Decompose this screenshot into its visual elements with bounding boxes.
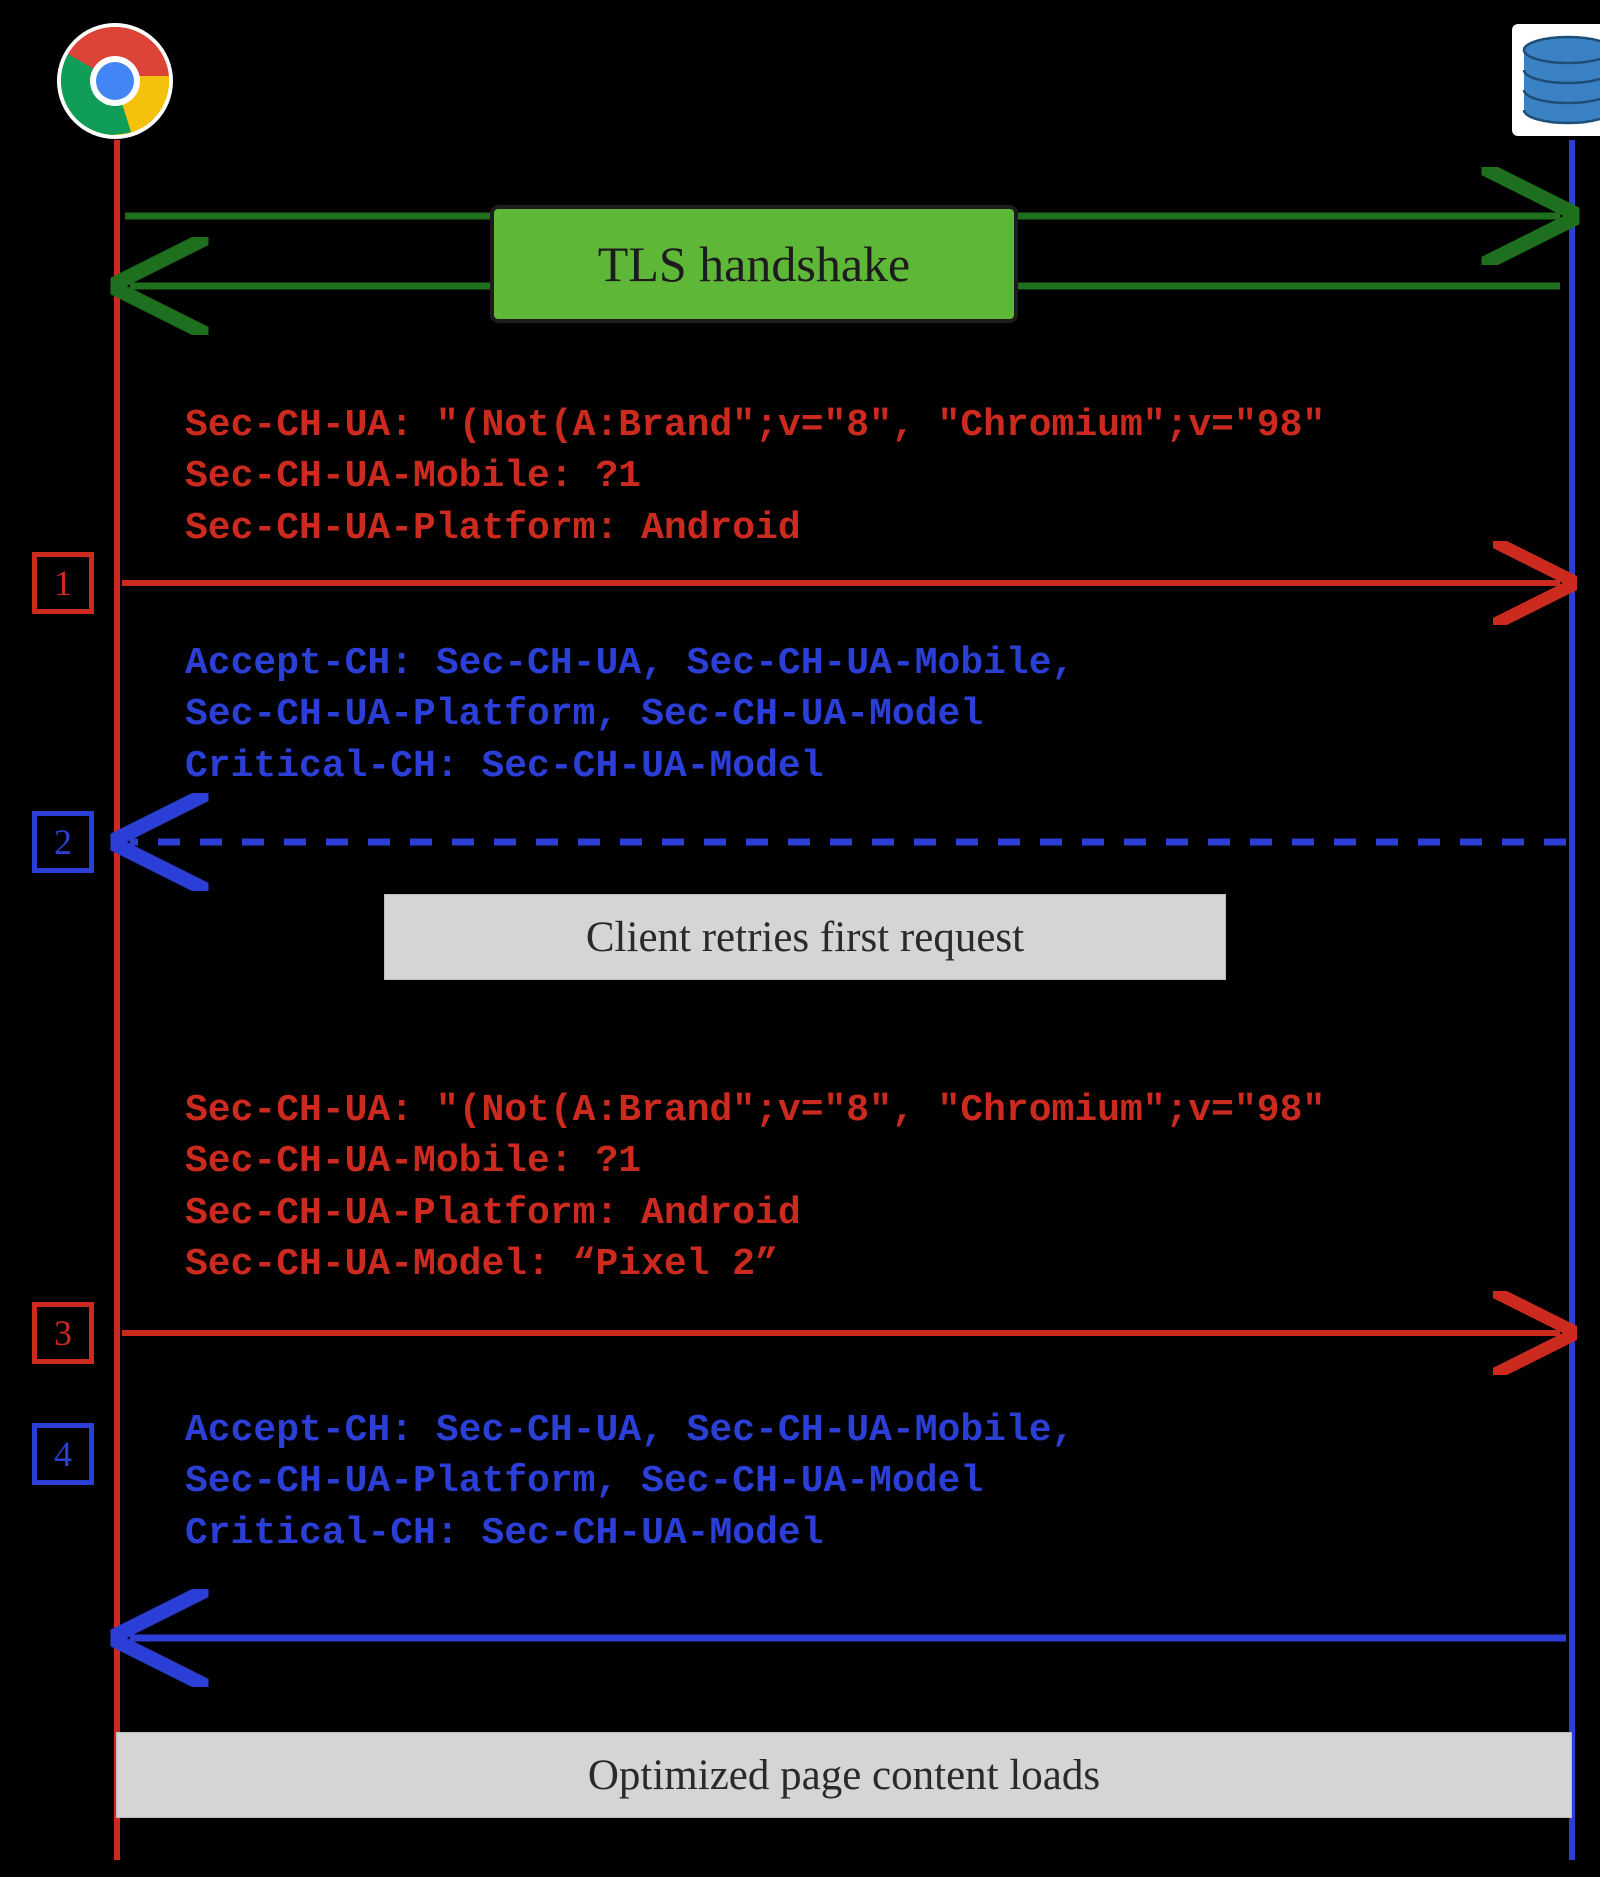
tls-handshake-box: TLS handshake	[490, 205, 1018, 323]
server-icon	[1512, 24, 1600, 136]
step-2-label: 2	[32, 811, 94, 873]
step-3-label: 3	[32, 1302, 94, 1364]
chrome-icon	[57, 23, 173, 139]
response-headers-2: Accept-CH: Sec-CH-UA, Sec-CH-UA-Mobile, …	[185, 638, 1074, 792]
response-headers-4: Accept-CH: Sec-CH-UA, Sec-CH-UA-Mobile, …	[185, 1405, 1074, 1559]
retry-banner: Client retries first request	[384, 894, 1226, 980]
request-headers-3: Sec-CH-UA: "(Not(A:Brand";v="8", "Chromi…	[185, 1085, 1325, 1290]
step-1-label: 1	[32, 552, 94, 614]
step-4-label: 4	[32, 1423, 94, 1485]
loaded-banner: Optimized page content loads	[116, 1732, 1572, 1818]
request-headers-1: Sec-CH-UA: "(Not(A:Brand";v="8", "Chromi…	[185, 400, 1325, 554]
